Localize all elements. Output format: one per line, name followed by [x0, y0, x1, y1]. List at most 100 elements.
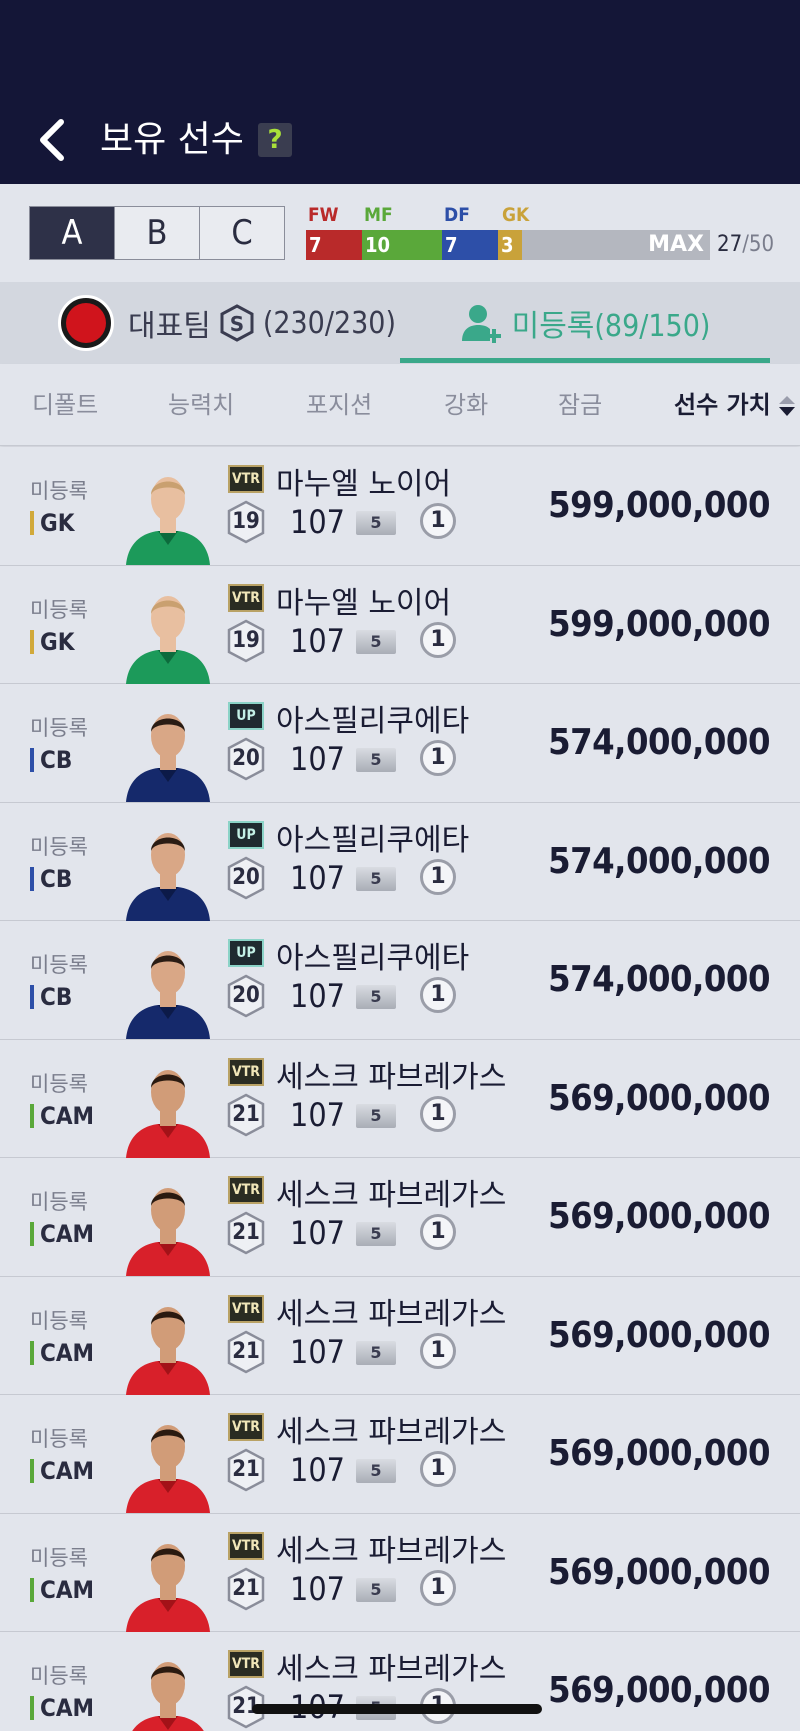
- player-photo: [126, 1306, 210, 1395]
- enhance-level: 5: [356, 985, 396, 1009]
- add-user-icon: [461, 305, 501, 343]
- season-badge: VTR: [228, 465, 264, 493]
- player-name: 아스필리쿠에타: [276, 822, 470, 858]
- season-badge: UP: [228, 939, 264, 967]
- registration-status: 미등록: [30, 1071, 88, 1096]
- back-button[interactable]: [30, 112, 74, 168]
- enhance-level: 5: [356, 1103, 396, 1128]
- player-name: 아스필리쿠에타: [276, 704, 470, 739]
- sort-ability[interactable]: 능력치: [168, 364, 234, 446]
- season-badge: VTR: [228, 1650, 264, 1678]
- player-position: CAM: [30, 1576, 94, 1604]
- player-row[interactable]: 미등록 CB UP 아스필리쿠에타 20 107 5 1 574,000,000: [0, 802, 800, 921]
- tab-unregistered[interactable]: 미등록(89/150): [400, 282, 770, 364]
- tab-main-team[interactable]: 대표팀 S (230/230): [58, 282, 396, 364]
- sort-player-value-label: 선수 가치: [674, 391, 771, 419]
- player-value: 574,000,000: [548, 840, 770, 882]
- squad-tab-c[interactable]: C: [200, 207, 284, 259]
- enhance-level: 5: [356, 1459, 396, 1483]
- sort-player-value[interactable]: 선수 가치: [674, 364, 797, 446]
- player-ovr: 107: [290, 1332, 345, 1371]
- player-name: 세스크 파브레가스: [276, 1059, 507, 1095]
- player-photo: [126, 1425, 210, 1513]
- player-row[interactable]: 미등록 CAM VTR 세스크 파브레가스 21 107 5 1 569,000…: [0, 1276, 800, 1395]
- page-title: 보유 선수: [100, 119, 244, 160]
- df-label: DF: [444, 204, 470, 226]
- player-value: 569,000,000: [548, 1551, 770, 1593]
- player-position: CB: [30, 983, 72, 1011]
- player-value: 574,000,000: [548, 959, 770, 1000]
- registration-status: 미등록: [30, 479, 88, 503]
- card-count: 1: [420, 1569, 456, 1606]
- player-ovr: 107: [290, 740, 345, 778]
- fw-count: 7: [306, 230, 362, 260]
- season-badge: VTR: [228, 1057, 264, 1086]
- card-count: 1: [420, 1451, 456, 1487]
- player-position: GK: [30, 628, 74, 656]
- player-salary: 21: [232, 1338, 260, 1364]
- player-photo: [126, 832, 210, 921]
- enhance-level: 5: [356, 1340, 396, 1365]
- player-row[interactable]: 미등록 GK VTR 마누엘 노이어 19 107 5 1 599,000,00…: [0, 447, 800, 566]
- player-ovr: 107: [290, 1214, 345, 1252]
- player-position: CAM: [30, 1694, 94, 1722]
- position-distribution-bar: 7 10 7 3 MAX: [306, 230, 710, 260]
- card-count: 1: [420, 977, 456, 1013]
- fw-label: FW: [308, 204, 339, 226]
- registration-status: 미등록: [30, 953, 88, 977]
- sort-position[interactable]: 포지션: [306, 364, 372, 446]
- player-name: 아스필리쿠에타: [276, 941, 470, 976]
- squad-tabs: A B C: [29, 206, 285, 260]
- home-indicator: [252, 1704, 542, 1714]
- player-row[interactable]: 미등록 CAM VTR 세스크 파브레가스 21 107 5 1 569,000…: [0, 1395, 800, 1514]
- registration-status: 미등록: [30, 716, 88, 740]
- registration-status: 미등록: [30, 1427, 88, 1451]
- season-badge: VTR: [228, 583, 264, 612]
- registration-status: 미등록: [30, 1545, 88, 1570]
- player-row[interactable]: 미등록 CB UP 아스필리쿠에타 20 107 5 1 574,000,000: [0, 684, 800, 803]
- player-name: 세스크 파브레가스: [276, 1296, 507, 1332]
- player-value: 569,000,000: [548, 1314, 770, 1356]
- enhance-level: 5: [356, 629, 396, 654]
- player-row[interactable]: 미등록 CB UP 아스필리쿠에타 20 107 5 1 574,000,000: [0, 921, 800, 1040]
- s-badge-text: S: [230, 312, 244, 336]
- squad-tab-b[interactable]: B: [115, 207, 200, 259]
- squad-tab-a[interactable]: A: [30, 207, 115, 259]
- enhance-level: 5: [356, 748, 396, 772]
- player-ovr: 107: [290, 503, 345, 541]
- registration-status: 미등록: [30, 1308, 88, 1333]
- registration-status: 미등록: [30, 1190, 88, 1214]
- player-salary: 21: [232, 1575, 260, 1601]
- player-photo: [126, 951, 210, 1039]
- chevron-left-icon: [40, 119, 64, 161]
- player-name: 마누엘 노이어: [276, 467, 452, 502]
- season-badge: VTR: [228, 1531, 264, 1560]
- player-position: CB: [30, 865, 72, 893]
- player-row[interactable]: 미등록 GK VTR 마누엘 노이어 19 107 5 1 599,000,00…: [0, 565, 800, 684]
- player-salary: 19: [232, 627, 260, 653]
- player-value: 569,000,000: [548, 1670, 770, 1711]
- season-badge: UP: [228, 702, 264, 730]
- card-count: 1: [420, 1332, 456, 1369]
- team-tabs: 대표팀 S (230/230) 미등록(89/150): [0, 282, 800, 364]
- squad-count: 27/50: [717, 230, 774, 260]
- player-salary: 20: [232, 746, 260, 771]
- sort-default[interactable]: 디폴트: [32, 364, 98, 446]
- max-label: MAX: [648, 232, 704, 257]
- player-photo: [126, 1069, 210, 1158]
- player-row[interactable]: 미등록 CAM VTR 세스크 파브레가스 21 107 5 1 569,000…: [0, 1513, 800, 1632]
- sort-enhance[interactable]: 강화: [444, 364, 488, 446]
- squad-row: A B C FW MF DF GK 7 10 7 3 MAX 27/50: [0, 184, 800, 282]
- gk-count: 3: [498, 230, 522, 260]
- mf-label: MF: [364, 204, 393, 226]
- player-position: CB: [30, 746, 72, 774]
- player-row[interactable]: 미등록 CAM VTR 세스크 파브레가스 21 107 5 1 569,000…: [0, 1158, 800, 1277]
- player-salary: 21: [232, 1457, 260, 1482]
- sort-lock[interactable]: 잠금: [558, 364, 602, 446]
- help-button[interactable]: ?: [258, 123, 292, 157]
- player-row[interactable]: 미등록 CAM VTR 세스크 파브레가스 21 107 5 1 569,000…: [0, 1039, 800, 1158]
- card-count: 1: [420, 740, 456, 776]
- player-row[interactable]: 미등록 CAM VTR 세스크 파브레가스 21 107 5 1 569,000…: [0, 1632, 800, 1731]
- main-team-count: (230/230): [262, 305, 396, 341]
- card-count: 1: [420, 503, 456, 539]
